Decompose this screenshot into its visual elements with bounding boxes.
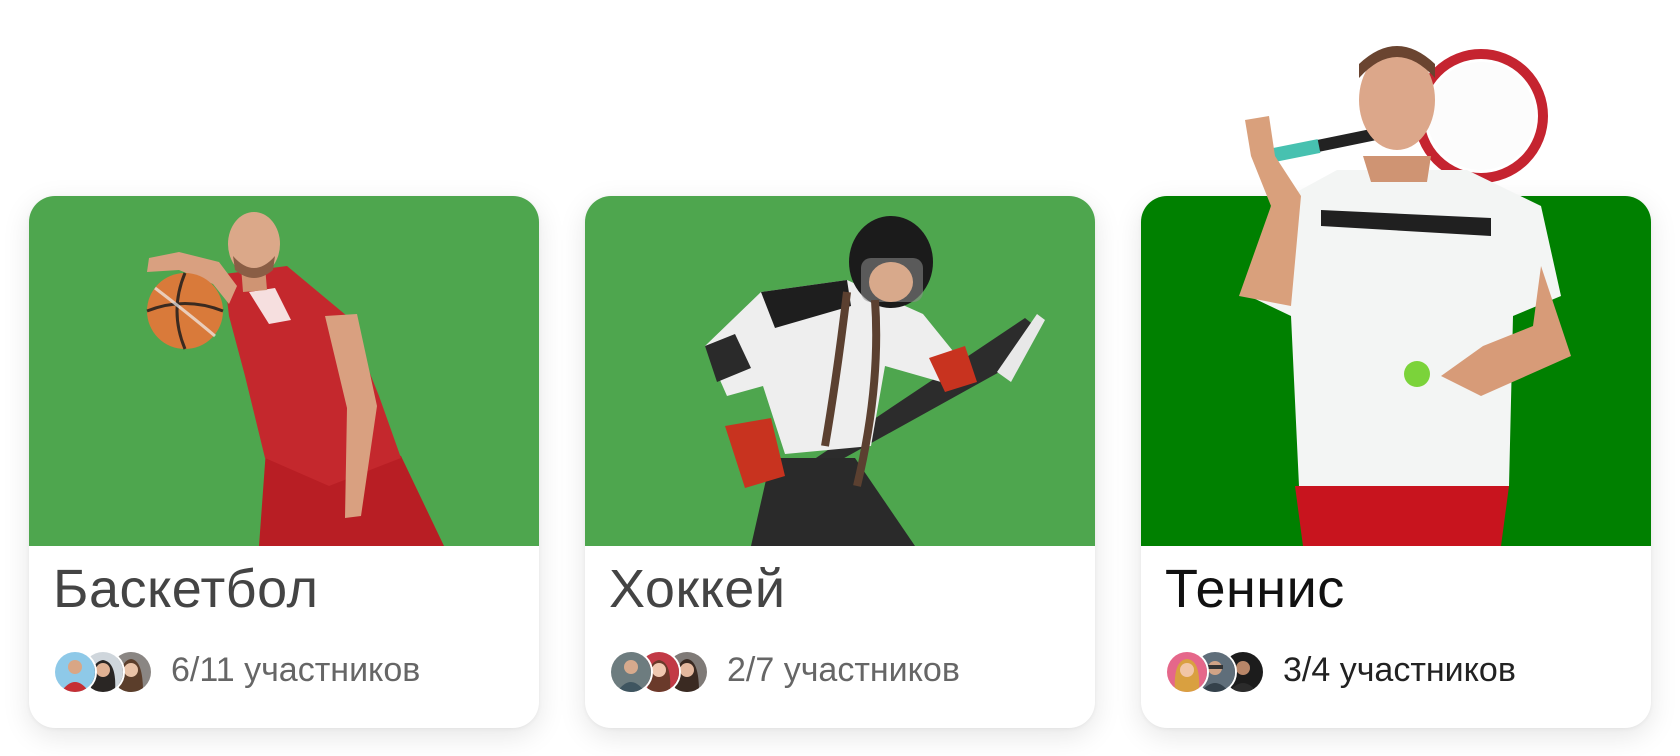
card-banner (29, 196, 539, 546)
participants-row: 3/4 участников (1165, 648, 1516, 694)
sport-card-hockey[interactable]: Хоккей 2/7 участников (585, 196, 1095, 728)
participants-count: 6/11 участников (171, 650, 421, 689)
participant-avatars (53, 648, 157, 694)
sport-card-tennis[interactable]: Теннис 3/4 участников (1141, 46, 1651, 728)
avatar (1165, 650, 1209, 694)
sport-card-basketball[interactable]: Баскетбол 6/11 участников (29, 196, 539, 728)
card-title: Теннис (1165, 559, 1345, 619)
participants-count: 2/7 участников (727, 650, 960, 689)
avatar (609, 650, 653, 694)
basketball-player-illustration (146, 212, 444, 546)
card-title: Хоккей (609, 559, 786, 619)
card-title: Баскетбол (53, 559, 319, 619)
participant-avatars (1165, 648, 1269, 694)
card-banner (585, 196, 1095, 546)
avatar (53, 650, 97, 694)
participants-row: 6/11 участников (53, 648, 421, 694)
participant-avatars (609, 648, 713, 694)
tennis-player-illustration (1239, 46, 1571, 546)
hockey-player-illustration (705, 216, 1045, 546)
participants-count: 3/4 участников (1283, 650, 1516, 689)
participants-row: 2/7 участников (609, 648, 960, 694)
